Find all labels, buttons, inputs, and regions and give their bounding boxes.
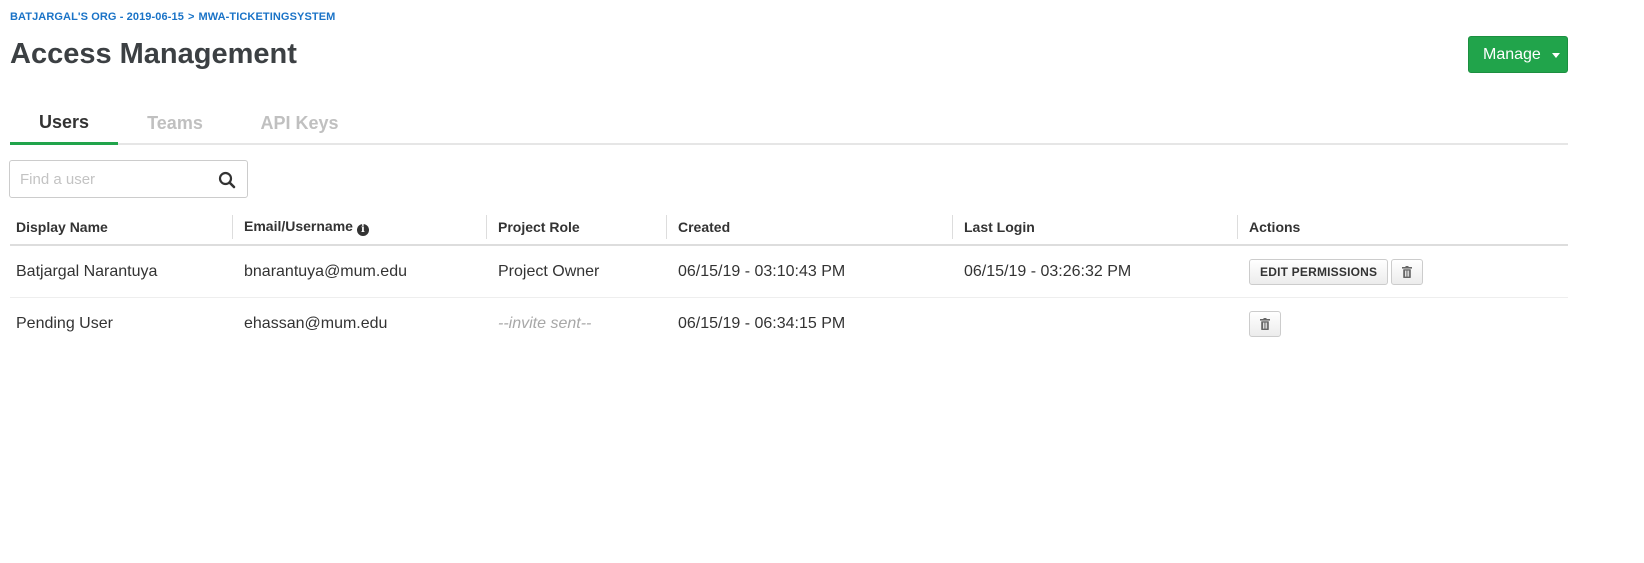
cell-email: bnarantuya@mum.edu xyxy=(232,245,486,298)
column-divider xyxy=(666,215,667,239)
tab-bar: Users Teams API Keys xyxy=(10,103,1568,145)
manage-button-label: Manage xyxy=(1483,45,1541,63)
edit-permissions-button[interactable]: EDIT PERMISSIONS xyxy=(1249,258,1389,285)
delete-invite-button[interactable] xyxy=(1249,310,1281,337)
search-input[interactable] xyxy=(10,161,220,197)
manage-dropdown-button[interactable]: Manage xyxy=(1468,36,1568,73)
breadcrumb-project-link[interactable]: MWA-TICKETINGSYSTEM xyxy=(198,11,335,23)
cell-actions: EDIT PERMISSIONS xyxy=(1237,245,1568,298)
cell-created: 06/15/19 - 03:10:43 PM xyxy=(666,245,952,298)
cell-actions xyxy=(1237,298,1568,350)
column-header-created[interactable]: Created xyxy=(666,210,952,246)
column-header-display-name[interactable]: Display Name xyxy=(10,210,232,246)
delete-user-button[interactable] xyxy=(1391,258,1424,285)
column-header-actions: Actions xyxy=(1237,210,1568,246)
trash-icon xyxy=(1402,265,1413,278)
column-divider xyxy=(486,215,487,239)
table-row: Pending User ehassan@mum.edu --invite se… xyxy=(10,298,1568,350)
trash-icon xyxy=(1260,317,1270,330)
column-divider xyxy=(1237,215,1238,239)
breadcrumb-org-link[interactable]: BATJARGAL'S ORG - 2019-06-15 xyxy=(10,11,184,23)
caret-down-icon xyxy=(1551,53,1560,58)
info-icon[interactable]: i xyxy=(356,224,369,236)
cell-display-name: Pending User xyxy=(16,314,113,332)
cell-project-role: Project Owner xyxy=(486,245,666,298)
breadcrumb-separator: > xyxy=(187,11,195,23)
tab-api-keys[interactable]: API Keys xyxy=(232,103,367,143)
users-table-container: Display Name Email/Username i Project Rol… xyxy=(10,210,1568,349)
cell-display-name: Batjargal Narantuya xyxy=(10,245,232,298)
cell-last-login xyxy=(952,298,1237,350)
tab-users[interactable]: Users xyxy=(10,103,118,145)
column-header-email[interactable]: Email/Username i xyxy=(232,210,486,246)
search-icon[interactable] xyxy=(218,171,236,189)
search-box xyxy=(9,160,248,198)
table-row: Batjargal Narantuya bnarantuya@mum.edu P… xyxy=(10,245,1568,298)
column-divider xyxy=(952,215,953,239)
tab-teams[interactable]: Teams xyxy=(118,103,232,143)
page-title: Access Management xyxy=(10,38,297,70)
breadcrumb: BATJARGAL'S ORG - 2019-06-15 > MWA-TICKETI… xyxy=(10,11,335,23)
cell-email: ehassan@mum.edu xyxy=(244,314,388,332)
users-table: Display Name Email/Username i Project Rol… xyxy=(10,210,1568,349)
column-divider xyxy=(232,215,233,239)
cell-created: 06/15/19 - 06:34:15 PM xyxy=(678,314,846,332)
table-header-row: Display Name Email/Username i Project Rol… xyxy=(10,210,1568,246)
cell-project-role: --invite sent-- xyxy=(498,314,592,332)
column-header-last-login[interactable]: Last Login xyxy=(952,210,1237,246)
cell-last-login: 06/15/19 - 03:26:32 PM xyxy=(952,245,1237,298)
column-header-project-role[interactable]: Project Role xyxy=(486,210,666,246)
